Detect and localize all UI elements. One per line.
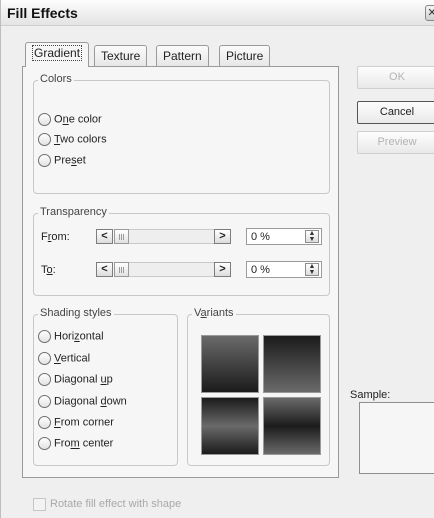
from-value-text: 0 % (251, 231, 270, 243)
tab-picture-label: Picture (226, 49, 264, 63)
tab-pattern[interactable]: Pattern (156, 45, 209, 66)
colors-group-legend: Colors (38, 73, 74, 85)
radio-from-corner[interactable]: From corner (38, 416, 114, 432)
gradient-tab-panel: Colors One color Two colors Preset Trans… (22, 66, 339, 478)
grip-icon (119, 234, 125, 240)
variant-swatch-bottom-right[interactable] (263, 397, 321, 455)
rotate-fill-checkbox[interactable] (33, 498, 46, 511)
shading-styles-legend: Shading styles (38, 307, 114, 319)
radio-button-icon (38, 154, 51, 167)
shading-styles-group: Shading styles Horizontal Vertical Diago… (33, 307, 178, 466)
sample-preview (359, 402, 434, 474)
radio-one-color-label: One color (54, 113, 102, 126)
from-value-field[interactable]: 0 % ▲ ▼ (246, 228, 322, 245)
variants-legend: Variants (192, 307, 236, 319)
preview-button[interactable]: Preview (357, 131, 434, 154)
radio-button-icon (38, 113, 51, 126)
cancel-button[interactable]: Cancel (357, 101, 434, 124)
to-slider-right-arrow[interactable]: > (214, 262, 231, 277)
radio-preset[interactable]: Preset (38, 154, 86, 170)
radio-from-center-label: From center (54, 437, 114, 450)
to-slider-thumb[interactable] (114, 262, 129, 277)
tab-gradient-label: Gradient (32, 45, 83, 61)
radio-diagonal-down[interactable]: Diagonal down (38, 395, 127, 411)
transparency-group: Transparency From: < > 0 % ▲ ▼ To: < > 0 … (33, 206, 330, 296)
ok-button[interactable]: OK (357, 66, 434, 89)
to-value-text: 0 % (251, 264, 270, 276)
dialog-title: Fill Effects (7, 5, 78, 21)
from-label: From: (41, 231, 70, 243)
variant-swatch-top-left[interactable] (201, 335, 259, 393)
radio-from-center[interactable]: From center (38, 437, 113, 453)
tab-picture[interactable]: Picture (219, 45, 271, 66)
tab-texture[interactable]: Texture (94, 45, 148, 66)
rotate-fill-label: Rotate fill effect with shape (50, 498, 182, 510)
radio-two-colors[interactable]: Two colors (38, 133, 107, 149)
radio-button-icon (38, 437, 51, 450)
radio-horizontal[interactable]: Horizontal (38, 330, 104, 346)
from-slider-thumb[interactable] (114, 229, 129, 244)
radio-diagonal-up-label: Diagonal up (54, 373, 113, 386)
radio-two-colors-label: Two colors (54, 133, 107, 146)
tab-gradient[interactable]: Gradient (25, 42, 90, 67)
fill-effects-dialog: Fill Effects ✕ Gradient Texture Pattern … (0, 0, 434, 518)
radio-vertical-label: Vertical (54, 352, 91, 365)
radio-button-icon (38, 373, 51, 386)
from-slider-track[interactable] (114, 229, 215, 244)
tab-pattern-label: Pattern (163, 49, 202, 63)
radio-button-icon (38, 133, 51, 146)
radio-diagonal-up[interactable]: Diagonal up (38, 373, 113, 389)
to-label: To: (41, 264, 56, 276)
sample-label: Sample: (350, 389, 391, 401)
radio-horizontal-label: Horizontal (54, 330, 104, 343)
radio-button-icon (38, 416, 51, 429)
title-bar: Fill Effects ✕ (1, 0, 434, 26)
close-icon[interactable]: ✕ (425, 5, 434, 21)
to-slider-left-arrow[interactable]: < (96, 262, 113, 277)
radio-preset-label: Preset (54, 154, 86, 167)
radio-button-icon (38, 352, 51, 365)
tab-texture-label: Texture (101, 49, 141, 63)
grip-icon (119, 267, 125, 273)
variants-group: Variants (187, 307, 330, 466)
radio-from-corner-label: From corner (54, 416, 114, 429)
radio-one-color[interactable]: One color (38, 113, 102, 129)
to-slider-track[interactable] (114, 262, 215, 277)
variant-swatch-bottom-left[interactable] (201, 397, 259, 455)
radio-button-icon (38, 330, 51, 343)
radio-button-icon (38, 395, 51, 408)
transparency-group-legend: Transparency (38, 206, 109, 218)
colors-group: Colors One color Two colors Preset (33, 73, 330, 194)
variant-swatch-top-right[interactable] (263, 335, 321, 393)
to-spin-button[interactable]: ▲ ▼ (305, 263, 319, 276)
from-spin-button[interactable]: ▲ ▼ (305, 230, 319, 243)
radio-diagonal-down-label: Diagonal down (54, 395, 127, 408)
radio-vertical[interactable]: Vertical (38, 352, 90, 368)
from-slider-left-arrow[interactable]: < (96, 229, 113, 244)
from-slider-right-arrow[interactable]: > (214, 229, 231, 244)
to-value-field[interactable]: 0 % ▲ ▼ (246, 261, 322, 278)
